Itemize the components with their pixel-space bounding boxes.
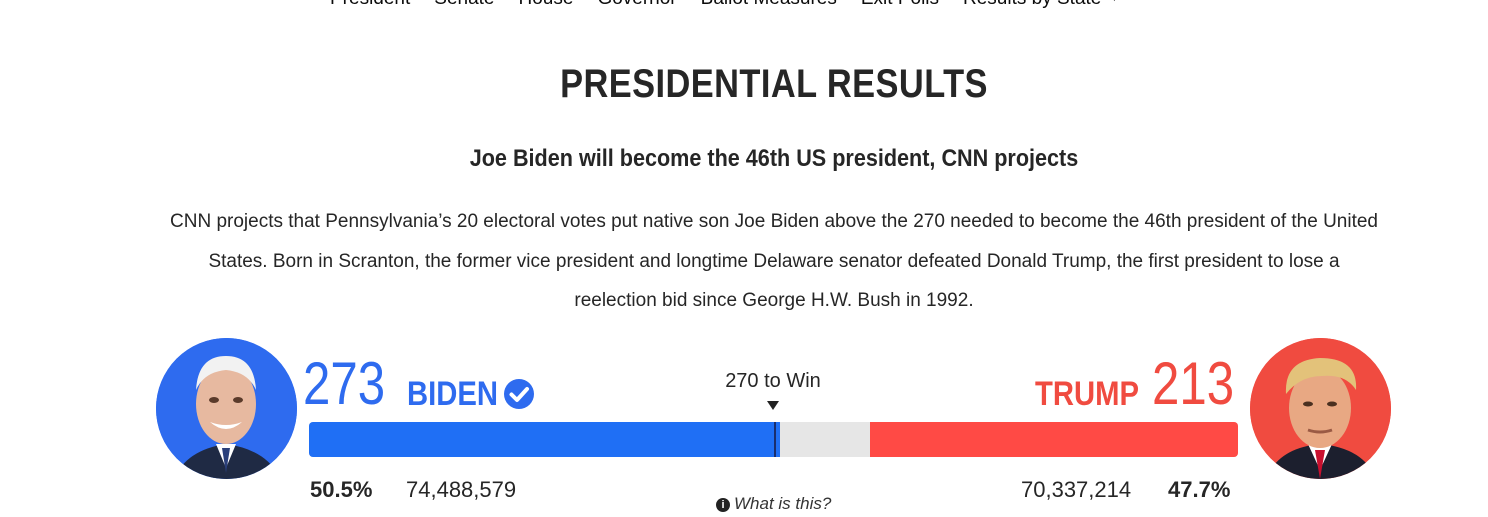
biden-popular-percent: 50.5% — [310, 477, 372, 503]
results-nav: President Senate House Governor Ballot M… — [330, 0, 1119, 14]
trump-popular-percent: 47.7% — [1168, 477, 1230, 503]
nav-house[interactable]: House — [519, 0, 574, 14]
trump-popular-votes: 70,337,214 — [1021, 477, 1132, 502]
info-icon: i — [716, 498, 730, 512]
trump-bar-segment — [870, 422, 1238, 457]
threshold-arrow-icon — [767, 401, 779, 410]
biden-percent-value: 50.5% — [310, 477, 373, 502]
nav-exit-polls[interactable]: Exit Polls — [861, 0, 939, 14]
trump-portrait-icon — [1250, 338, 1391, 479]
biden-popular-votes: 74,488,579 — [406, 477, 517, 502]
summary-paragraph: CNN projects that Pennsylvania’s 20 elec… — [170, 211, 1378, 311]
biden-avatar — [156, 338, 297, 479]
trump-electoral-votes: 213 — [1152, 350, 1235, 417]
what-is-this-link[interactable]: i What is this? — [716, 494, 831, 514]
trump-name: TRUMP — [1035, 375, 1139, 413]
nav-president[interactable]: President — [330, 0, 410, 14]
electoral-vote-bar — [309, 422, 1238, 457]
biden-portrait-icon — [156, 338, 297, 479]
what-is-this-label: What is this? — [734, 494, 832, 513]
check-circle-icon — [504, 379, 534, 409]
headline: Joe Biden will become the 46th US presid… — [469, 145, 1079, 172]
page-title: PRESIDENTIAL RESULTS — [560, 62, 988, 106]
trump-avatar — [1250, 338, 1391, 479]
nav-senate[interactable]: Senate — [434, 0, 494, 14]
biden-bar-segment — [309, 422, 781, 457]
threshold-marker — [774, 422, 777, 457]
nav-results-by-state-label: Results by State — [963, 0, 1101, 9]
threshold-label: 270 to Win — [725, 370, 821, 392]
trump-percent-value: 47.7% — [1168, 477, 1231, 502]
nav-results-by-state[interactable]: Results by State ▼ — [963, 0, 1119, 14]
biden-name: BIDEN — [407, 375, 498, 413]
chevron-down-icon: ▼ — [1109, 0, 1119, 4]
nav-ballot-measures[interactable]: Ballot Measures — [701, 0, 837, 14]
biden-electoral-votes: 273 — [303, 350, 386, 417]
nav-governor[interactable]: Governor — [597, 0, 676, 14]
